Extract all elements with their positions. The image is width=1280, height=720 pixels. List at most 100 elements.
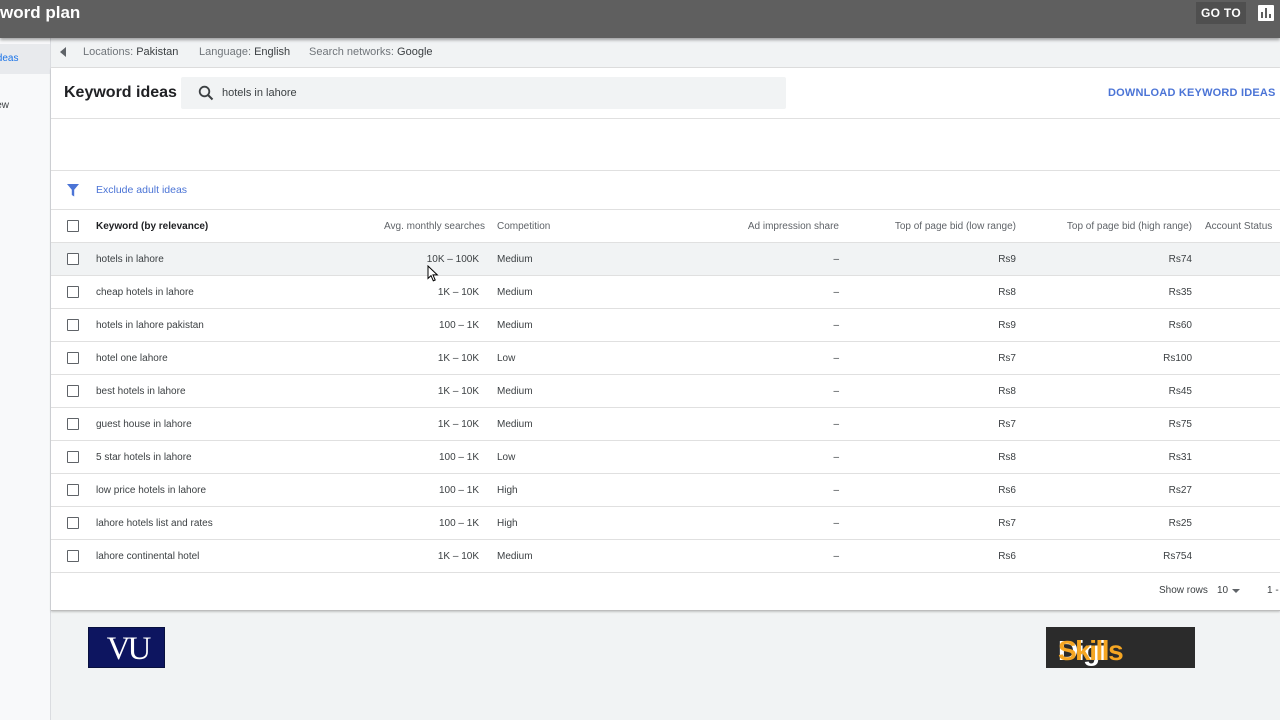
- show-rows-label: Show rows: [1159, 585, 1208, 596]
- collapse-arrow-icon[interactable]: [60, 47, 66, 57]
- bar-chart-icon[interactable]: [1258, 5, 1274, 21]
- keyword-cell: hotels in lahore: [96, 254, 164, 265]
- impression-share-cell: –: [833, 551, 839, 562]
- impression-share-cell: –: [833, 254, 839, 265]
- refine-area: [51, 119, 1280, 171]
- row-checkbox[interactable]: [67, 484, 79, 496]
- row-checkbox[interactable]: [67, 385, 79, 397]
- competition-cell: Medium: [497, 386, 533, 397]
- avg-searches-cell: 1K – 10K: [437, 287, 479, 298]
- competition-cell: Low: [497, 452, 516, 463]
- table-row[interactable]: hotel one lahore 1K – 10K Low – Rs7 Rs10…: [51, 342, 1280, 375]
- column-avg-monthly-searches[interactable]: Avg. monthly searches: [384, 221, 485, 232]
- language-value: English: [254, 46, 291, 58]
- column-account-status[interactable]: Account Status: [1205, 221, 1272, 232]
- competition-cell: Medium: [497, 254, 533, 265]
- networks-filter[interactable]: Search networks: Google: [309, 46, 433, 58]
- row-checkbox[interactable]: [67, 517, 79, 529]
- table-row[interactable]: lahore continental hotel 1K – 10K Medium…: [51, 540, 1280, 573]
- vu-logo-text: VU: [106, 631, 152, 667]
- row-checkbox[interactable]: [67, 319, 79, 331]
- impression-share-cell: –: [833, 386, 839, 397]
- keyword-cell: hotels in lahore pakistan: [96, 320, 204, 331]
- download-keyword-ideas-button[interactable]: DOWNLOAD KEYWORD IDEAS: [1108, 87, 1276, 99]
- bid-low-cell: Rs9: [998, 320, 1016, 331]
- left-nav: Ideas view: [0, 38, 51, 720]
- bid-high-cell: Rs25: [1168, 518, 1192, 529]
- bid-low-cell: Rs7: [998, 353, 1016, 364]
- table-row[interactable]: hotels in lahore 10K – 100K Medium – Rs9…: [51, 243, 1280, 276]
- column-keyword[interactable]: Keyword (by relevance): [96, 221, 208, 232]
- row-checkbox[interactable]: [67, 352, 79, 364]
- row-checkbox[interactable]: [67, 253, 79, 265]
- filter-bar: Locations: Pakistan Language: English Se…: [51, 38, 1280, 68]
- keyword-cell: hotel one lahore: [96, 353, 168, 364]
- language-filter[interactable]: Language: English: [199, 46, 290, 58]
- language-label: Language:: [199, 46, 251, 58]
- keyword-cell: lahore continental hotel: [96, 551, 200, 562]
- bid-low-cell: Rs8: [998, 386, 1016, 397]
- impression-share-cell: –: [833, 485, 839, 496]
- chevron-down-icon[interactable]: [1232, 589, 1240, 593]
- row-checkbox[interactable]: [67, 286, 79, 298]
- row-checkbox[interactable]: [67, 451, 79, 463]
- search-icon: [198, 85, 214, 101]
- row-checkbox[interactable]: [67, 550, 79, 562]
- table-row[interactable]: hotels in lahore pakistan 100 – 1K Mediu…: [51, 309, 1280, 342]
- bid-high-cell: Rs100: [1163, 353, 1192, 364]
- row-checkbox[interactable]: [67, 418, 79, 430]
- keyword-cell: 5 star hotels in lahore: [96, 452, 192, 463]
- table-row[interactable]: lahore hotels list and rates 100 – 1K Hi…: [51, 507, 1280, 540]
- competition-cell: High: [497, 518, 518, 529]
- bid-high-cell: Rs754: [1163, 551, 1192, 562]
- bid-low-cell: Rs8: [998, 452, 1016, 463]
- keyword-cell: low price hotels in lahore: [96, 485, 207, 496]
- competition-cell: Medium: [497, 320, 533, 331]
- page-title: Keyword ideas: [64, 84, 177, 101]
- avg-searches-cell: 100 – 1K: [438, 518, 479, 529]
- filter-funnel-icon[interactable]: [67, 184, 79, 197]
- keyword-table-body: hotels in lahore 10K – 100K Medium – Rs9…: [51, 243, 1280, 573]
- column-bid-high[interactable]: Top of page bid (high range): [1067, 221, 1192, 232]
- top-bar: word plan GO TO: [0, 0, 1280, 38]
- select-all-checkbox[interactable]: [67, 220, 79, 232]
- locations-filter[interactable]: Locations: Pakistan: [83, 46, 178, 58]
- mouse-cursor-icon: [427, 265, 439, 282]
- table-row[interactable]: low price hotels in lahore 100 – 1K High…: [51, 474, 1280, 507]
- column-competition[interactable]: Competition: [497, 221, 550, 232]
- column-ad-impression-share[interactable]: Ad impression share: [748, 221, 839, 232]
- bid-high-cell: Rs60: [1168, 320, 1192, 331]
- exclude-adult-ideas-link[interactable]: Exclude adult ideas: [96, 184, 187, 196]
- table-row[interactable]: best hotels in lahore 1K – 10K Medium – …: [51, 375, 1280, 408]
- rows-per-page-select[interactable]: 10: [1217, 585, 1228, 596]
- table-row[interactable]: cheap hotels in lahore 1K – 10K Medium –…: [51, 276, 1280, 309]
- locations-label: Locations:: [83, 46, 134, 58]
- impression-share-cell: –: [833, 419, 839, 430]
- keyword-cell: best hotels in lahore: [96, 386, 186, 397]
- avg-searches-cell: 1K – 10K: [437, 419, 479, 430]
- avg-searches-cell: 100 – 1K: [438, 452, 479, 463]
- keyword-ideas-panel: Keyword ideas hotels in lahore DOWNLOAD …: [51, 68, 1280, 611]
- vu-logo: VU: [88, 627, 165, 668]
- search-value: hotels in lahore: [222, 87, 297, 99]
- nav-item-label: view: [0, 100, 10, 111]
- bid-low-cell: Rs6: [998, 551, 1016, 562]
- table-row[interactable]: 5 star hotels in lahore 100 – 1K Low – R…: [51, 441, 1280, 474]
- app-title: word plan: [0, 3, 81, 22]
- table-row[interactable]: guest house in lahore 1K – 10K Medium – …: [51, 408, 1280, 441]
- networks-value: Google: [397, 46, 433, 58]
- bid-high-cell: Rs35: [1168, 287, 1192, 298]
- nav-item-overview[interactable]: view: [0, 94, 50, 118]
- nav-item-keyword-ideas[interactable]: Ideas: [0, 44, 50, 74]
- search-input[interactable]: hotels in lahore: [181, 77, 786, 109]
- impression-share-cell: –: [833, 518, 839, 529]
- goto-button[interactable]: GO TO: [1196, 2, 1246, 24]
- avg-searches-cell: 1K – 10K: [437, 353, 479, 364]
- competition-cell: Medium: [497, 287, 533, 298]
- competition-cell: Low: [497, 353, 516, 364]
- avg-searches-cell: 100 – 1K: [438, 320, 479, 331]
- bid-high-cell: Rs31: [1168, 452, 1192, 463]
- bid-low-cell: Rs7: [998, 419, 1016, 430]
- skills-text: Skills: [1058, 635, 1124, 666]
- column-bid-low[interactable]: Top of page bid (low range): [895, 221, 1016, 232]
